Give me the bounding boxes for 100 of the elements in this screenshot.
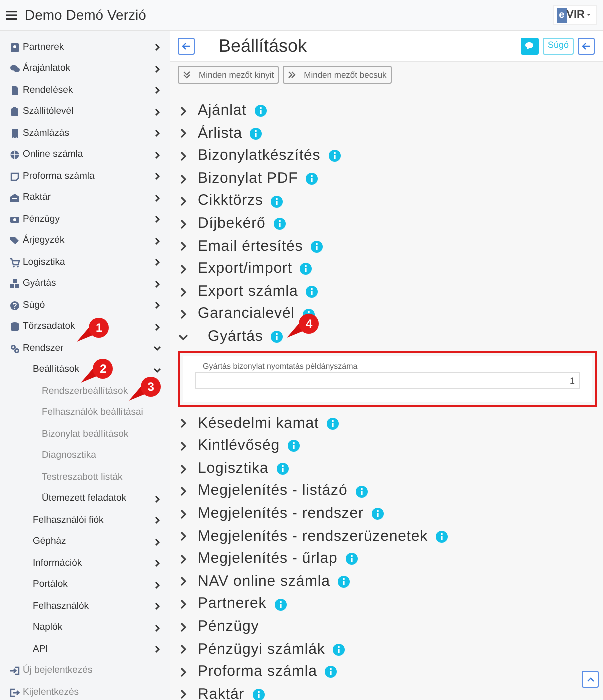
chevron-icon bbox=[178, 150, 189, 162]
section-header[interactable]: Export számla bbox=[178, 280, 298, 304]
caret-icon bbox=[585, 12, 593, 18]
chevron-icon bbox=[178, 218, 189, 230]
sidebar-item[interactable]: Beállítások bbox=[33, 363, 80, 378]
chevron-up-icon bbox=[586, 677, 594, 682]
chat-button[interactable] bbox=[520, 38, 539, 54]
section-header[interactable]: Megjelenítés - rendszerüzenetek bbox=[178, 526, 428, 548]
sidebar-item[interactable]: Számlázás bbox=[10, 126, 70, 141]
chevron-icon bbox=[178, 174, 189, 185]
arrow-left-icon bbox=[582, 42, 591, 50]
chevron-icon bbox=[178, 531, 189, 542]
chevron-icon bbox=[178, 196, 189, 208]
section-header[interactable]: Bizonylatkészítés bbox=[178, 145, 321, 168]
section-header[interactable]: Proforma számla bbox=[178, 661, 318, 684]
section-header[interactable]: Cikktörzs bbox=[178, 190, 264, 213]
double-chevron-right-icon bbox=[288, 71, 296, 79]
sidebar-item[interactable]: Naplók bbox=[33, 621, 63, 636]
sidebar-item[interactable]: Partnerek bbox=[10, 40, 64, 55]
scroll-up-button[interactable] bbox=[582, 671, 599, 688]
chevron-icon bbox=[178, 508, 189, 520]
section-header[interactable]: Export/import bbox=[178, 258, 292, 281]
chevron-icon bbox=[178, 622, 189, 633]
database-icon bbox=[10, 322, 20, 332]
cubes-icon bbox=[10, 279, 20, 290]
chat-bubbles-icon bbox=[10, 64, 20, 74]
chevron-icon bbox=[178, 666, 189, 678]
chevron-icon bbox=[178, 440, 189, 452]
sidebar-item[interactable]: Logisztika bbox=[10, 256, 66, 270]
cart-icon bbox=[10, 258, 20, 268]
section-header[interactable]: Pénzügyi számlák bbox=[178, 638, 326, 662]
double-chevron-down-icon bbox=[183, 71, 191, 79]
sidebar-item[interactable]: Árjegyzék bbox=[10, 234, 65, 248]
section-header[interactable]: NAV online számla bbox=[178, 570, 330, 594]
speech-bubble-icon bbox=[525, 42, 534, 50]
chevron-icon bbox=[178, 464, 189, 475]
gears-icon bbox=[10, 344, 20, 354]
collapse-all-button[interactable]: Minden mezőt becsuk bbox=[283, 66, 392, 84]
chevron-icon bbox=[178, 286, 189, 298]
sidebar-item[interactable]: Raktár bbox=[10, 191, 51, 206]
arrow-left-icon bbox=[182, 42, 191, 50]
section-header[interactable]: Díjbekérő bbox=[178, 213, 266, 236]
chevron-icon bbox=[178, 128, 189, 140]
section-header[interactable]: Partnerek bbox=[178, 593, 267, 616]
chevron-icon bbox=[178, 599, 189, 610]
sidebar-item[interactable]: Pénzügy bbox=[10, 212, 60, 227]
section-header[interactable]: Megjelenítés - rendszer bbox=[178, 502, 364, 526]
question-icon bbox=[10, 300, 20, 311]
number-field[interactable]: 1 bbox=[195, 372, 580, 390]
field-label: Gyártás bizonylat nyomtatás példányszáma bbox=[201, 362, 360, 372]
sidebar-item[interactable]: Felhasználók bbox=[33, 600, 89, 614]
section-header[interactable]: Gyártás bbox=[178, 326, 264, 348]
tags-icon bbox=[10, 236, 20, 246]
expand-all-button[interactable]: Minden mezőt kinyit bbox=[178, 66, 280, 84]
sidebar-item[interactable]: Rendszer bbox=[10, 342, 64, 356]
section-header[interactable]: Ajánlat bbox=[178, 100, 247, 123]
menu-icon[interactable] bbox=[6, 10, 17, 20]
chevron-icon bbox=[178, 309, 189, 320]
sidebar-item[interactable]: Proforma számla bbox=[10, 170, 95, 184]
document-icon bbox=[10, 86, 20, 96]
section-header[interactable]: Pénzügy bbox=[178, 616, 260, 638]
sidebar-item[interactable]: Online számla bbox=[10, 148, 84, 162]
section-header[interactable]: Raktár bbox=[178, 684, 245, 700]
section-header[interactable]: Megjelenítés - űrlap bbox=[178, 548, 338, 571]
back-button[interactable] bbox=[178, 38, 195, 54]
globe-icon bbox=[10, 150, 20, 160]
chevron-icon bbox=[178, 241, 189, 252]
sidebar-item[interactable]: Gépház bbox=[33, 535, 66, 550]
sidebar-item[interactable]: Szállítólevél bbox=[10, 105, 74, 120]
section-header[interactable]: Árlista bbox=[178, 122, 242, 146]
chevron-icon bbox=[178, 106, 189, 117]
sidebar-item[interactable]: Törzsadatok bbox=[10, 320, 76, 334]
sidebar-item[interactable]: Információk bbox=[33, 556, 82, 571]
sidebar-item[interactable]: Árajánlatok bbox=[10, 62, 71, 76]
section-header[interactable]: Késedelmi kamat bbox=[178, 412, 320, 436]
section-header[interactable]: Email értesítés bbox=[178, 236, 304, 258]
sign-in-icon bbox=[10, 666, 20, 676]
contact-card-icon bbox=[10, 42, 20, 53]
section-header[interactable]: Kintlévőség bbox=[178, 435, 280, 458]
chevron-icon bbox=[178, 689, 189, 700]
clipboard-icon bbox=[10, 107, 20, 118]
app-title: Demo Demó Verzió bbox=[25, 6, 146, 24]
section-header[interactable]: Megjelenítés - listázó bbox=[178, 480, 348, 503]
note-icon bbox=[10, 172, 20, 182]
section-header[interactable]: Logisztika bbox=[178, 458, 269, 480]
back-button[interactable] bbox=[578, 38, 595, 54]
sidebar-item[interactable]: Portálok bbox=[33, 578, 68, 592]
chevron-icon bbox=[178, 486, 189, 498]
chevron-icon bbox=[178, 576, 189, 588]
sidebar-item[interactable]: Rendelések bbox=[10, 84, 74, 98]
sidebar-item[interactable]: Ütemezett feladatok bbox=[42, 492, 126, 506]
chevron-icon bbox=[178, 644, 189, 656]
sidebar-item[interactable]: API bbox=[33, 642, 48, 657]
sidebar-item[interactable]: Súgó bbox=[10, 298, 46, 313]
page-title: Beállítások bbox=[219, 34, 308, 58]
sidebar-item[interactable]: Gyártás bbox=[10, 277, 56, 292]
chevron-icon bbox=[178, 418, 189, 430]
sidebar-item[interactable]: Felhasználói fiók bbox=[33, 514, 104, 528]
chevron-icon bbox=[178, 264, 189, 275]
section-header[interactable]: Bizonylat PDF bbox=[178, 168, 298, 190]
